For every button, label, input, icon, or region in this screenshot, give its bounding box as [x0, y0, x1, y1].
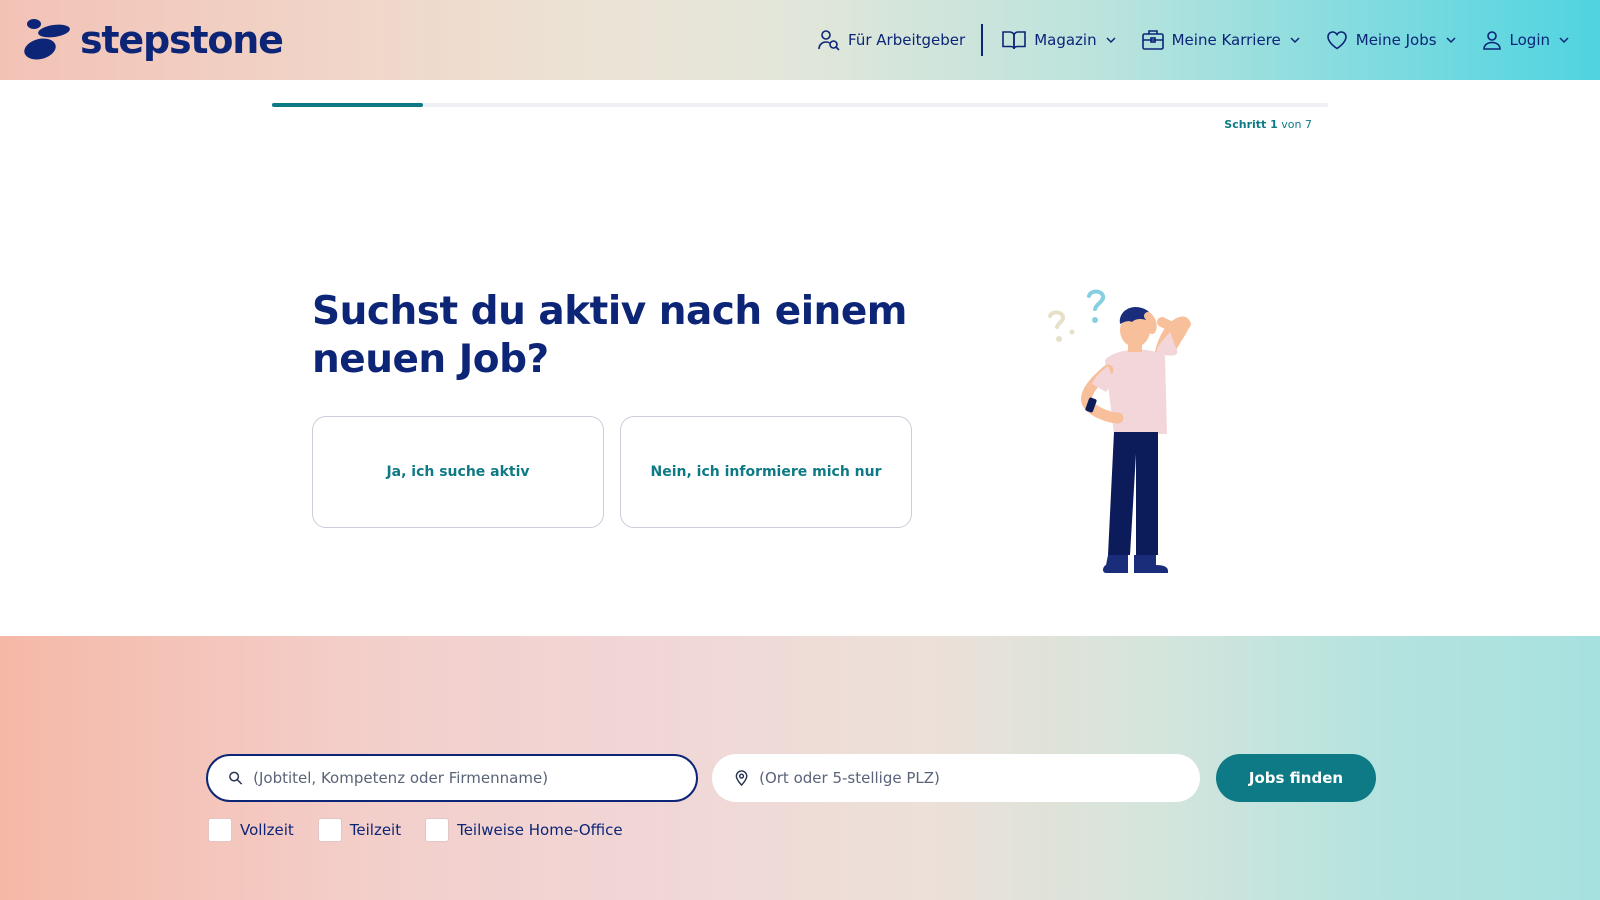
nav-divider [981, 24, 984, 56]
nav-employer[interactable]: Für Arbeitgeber [817, 22, 965, 58]
nav-karriere-label: Meine Karriere [1171, 31, 1281, 49]
nav-jobs[interactable]: Meine Jobs [1325, 22, 1457, 58]
filter-vollzeit[interactable]: Vollzeit [208, 818, 294, 842]
progress-bar [272, 103, 1328, 107]
checkbox[interactable] [208, 818, 232, 842]
answer-yes-label: Ja, ich suche aktiv [386, 464, 530, 480]
book-icon [1002, 31, 1027, 50]
main-nav: Für Arbeitgeber Magazin Meine Karriere M… [817, 22, 1570, 58]
chevron-down-icon [1106, 37, 1116, 44]
nav-employer-label: Für Arbeitgeber [848, 31, 966, 49]
search-icon [229, 771, 243, 785]
nav-karriere[interactable]: Meine Karriere [1141, 22, 1301, 58]
find-jobs-button[interactable]: Jobs finden [1216, 754, 1376, 802]
chevron-down-icon [1290, 37, 1300, 44]
thinking-person-illustration [1040, 282, 1220, 592]
filter-home-office-label: Teilweise Home-Office [457, 821, 623, 839]
filter-vollzeit-label: Vollzeit [240, 821, 294, 839]
step-current-label: Schritt 1 [1224, 118, 1278, 131]
filter-home-office[interactable]: Teilweise Home-Office [425, 818, 623, 842]
job-search-section: Jobs finden Vollzeit Teilzeit Teilweise … [0, 636, 1600, 900]
nav-login[interactable]: Login [1481, 22, 1570, 58]
chevron-down-icon [1446, 37, 1456, 44]
location-pin-icon [735, 770, 748, 787]
checkbox[interactable] [317, 818, 342, 842]
filter-teilzeit-label: Teilzeit [349, 821, 402, 839]
answer-no-button[interactable]: Nein, ich informiere mich nur [620, 416, 912, 528]
site-header: stepstone Für Arbeitgeber Magazin Meine … [0, 0, 1600, 80]
location-field[interactable] [712, 754, 1200, 802]
chevron-down-icon [1559, 37, 1569, 44]
filter-checkboxes: Vollzeit Teilzeit Teilweise Home-Office [208, 818, 647, 842]
stepstone-logo[interactable]: stepstone [24, 18, 284, 62]
filter-teilzeit[interactable]: Teilzeit [317, 818, 402, 842]
logo-mark-icon [24, 18, 74, 62]
briefcase-icon [1141, 30, 1164, 50]
question-title: Suchst du aktiv nach einem neuen Job? [312, 289, 907, 382]
checkbox[interactable] [425, 818, 450, 842]
keyword-field[interactable] [206, 754, 698, 802]
employer-search-icon [818, 30, 840, 51]
progress-bar-fill [272, 103, 423, 107]
answer-no-label: Nein, ich informiere mich nur [650, 464, 882, 480]
keyword-input[interactable] [253, 756, 680, 800]
step-indicator: Schritt 1 von 7 [1136, 118, 1312, 131]
nav-jobs-label: Meine Jobs [1355, 31, 1437, 49]
answer-yes-button[interactable]: Ja, ich suche aktiv [312, 416, 604, 528]
nav-magazin-label: Magazin [1034, 31, 1097, 49]
logo-text: stepstone [80, 18, 284, 62]
location-input[interactable] [759, 754, 1184, 802]
user-icon [1482, 31, 1501, 50]
nav-login-label: Login [1509, 31, 1550, 49]
heart-icon [1326, 31, 1347, 50]
nav-magazin[interactable]: Magazin [1001, 22, 1116, 58]
step-total-label: von 7 [1281, 118, 1312, 131]
